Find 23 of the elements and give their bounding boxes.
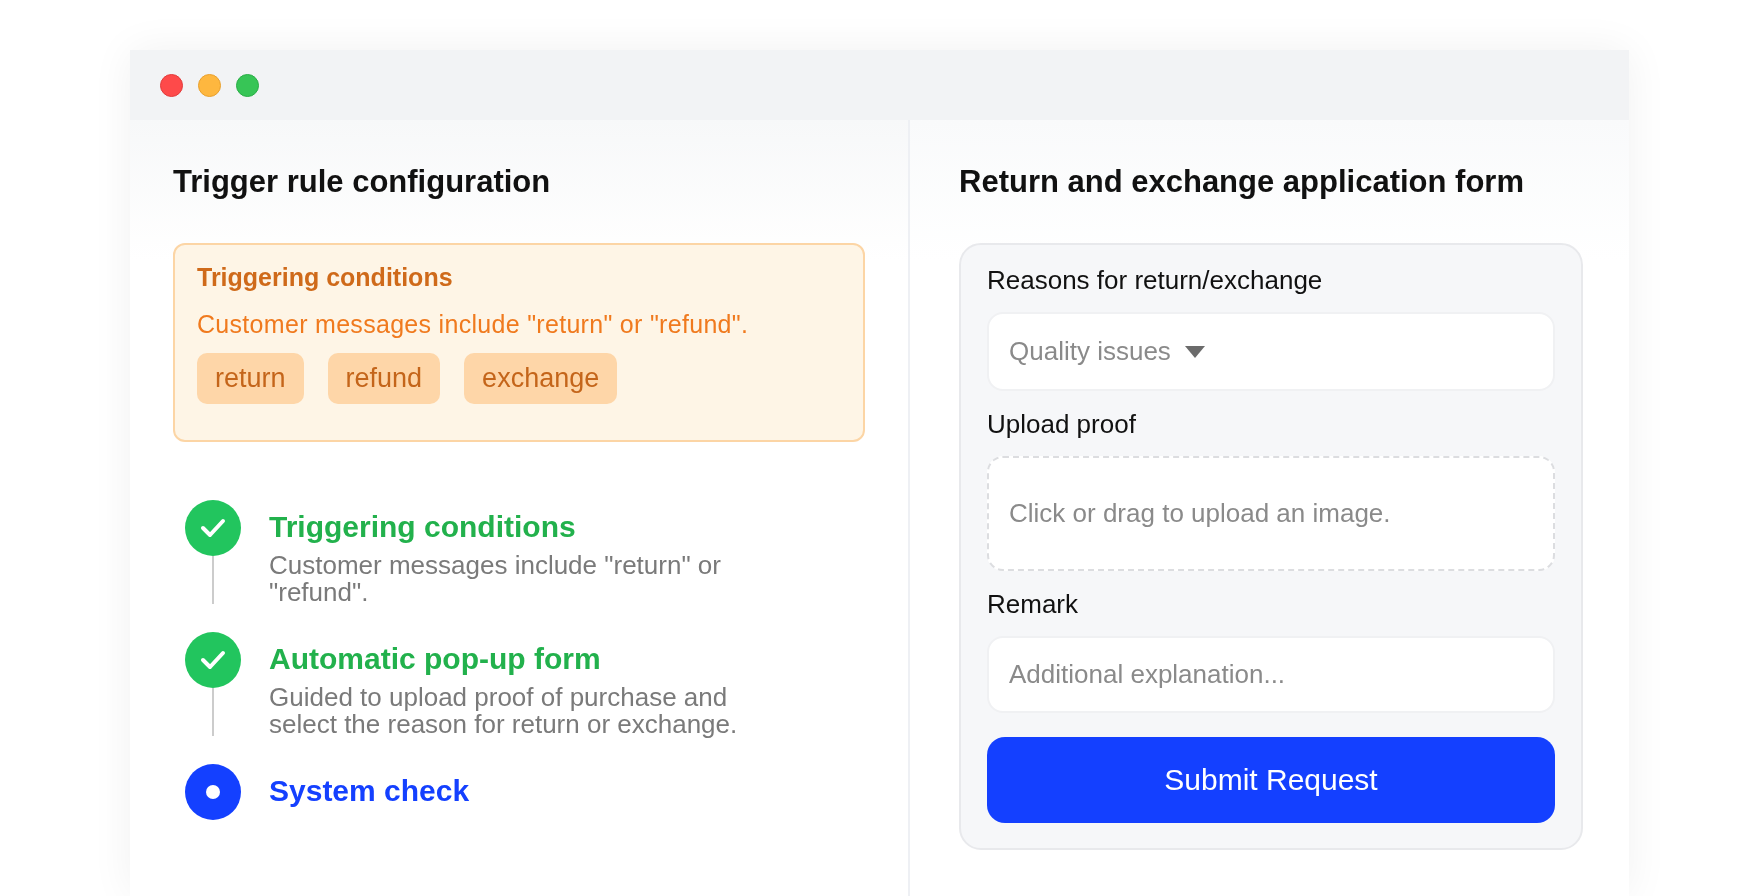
upload-area[interactable]: Click or drag to upload an image.	[987, 456, 1555, 571]
close-icon[interactable]	[160, 73, 183, 97]
field-label: Upload proof	[987, 409, 1137, 439]
step-title: Triggering conditions	[269, 510, 577, 544]
card-description: Customer messages include "return" or "refund".	[197, 310, 750, 339]
panel-title: Return and exchange application form	[959, 164, 1525, 200]
card-title: Triggering conditions	[197, 263, 454, 292]
input-field[interactable]: Additional explanation...	[987, 636, 1555, 713]
caret-icon	[1184, 345, 1205, 358]
select-field[interactable]: Quality issues	[987, 312, 1555, 391]
submit-button[interactable]: Submit Request	[987, 737, 1555, 823]
keyword-tag: return	[197, 353, 304, 404]
maximize-icon[interactable]	[236, 73, 259, 97]
step-title: Automatic pop-up form	[269, 642, 602, 676]
field-label: Reasons for return/exchange	[987, 265, 1324, 295]
keyword-tag: exchange	[464, 353, 618, 404]
step-description: Customer messages include "return" or "refund".	[269, 552, 722, 606]
step-title: System check	[269, 774, 470, 808]
minimize-icon[interactable]	[198, 73, 221, 97]
keyword-tag: refund	[327, 353, 441, 404]
step-description: Guided to upload proof of purchase and select the reason for return or exchange.	[269, 684, 739, 738]
field-label: Remark	[987, 589, 1079, 619]
panel-title: Trigger rule configuration	[173, 164, 552, 200]
